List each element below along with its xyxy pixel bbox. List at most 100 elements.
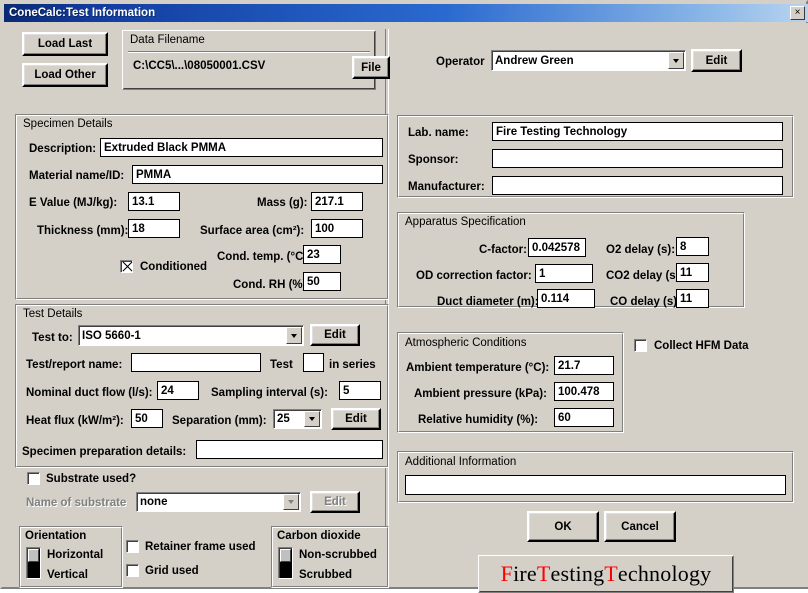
operator-edit-button[interactable]: Edit xyxy=(691,49,742,72)
sponsor-label: Sponsor: xyxy=(408,154,458,166)
logo-t2: T xyxy=(604,561,618,587)
prep-details-input[interactable] xyxy=(196,440,383,459)
close-icon[interactable]: × xyxy=(790,6,805,20)
orientation-option-horizontal[interactable]: Horizontal xyxy=(47,549,103,561)
load-last-button[interactable]: Load Last xyxy=(22,32,108,56)
c-factor-label: C-factor: xyxy=(479,244,527,256)
manufacturer-input[interactable] xyxy=(492,176,783,195)
thickness-input[interactable]: 18 xyxy=(128,219,180,238)
sampling-interval-input[interactable]: 5 xyxy=(339,381,381,400)
substrate-name-select[interactable]: none xyxy=(136,492,301,512)
retainer-frame-checkbox[interactable] xyxy=(126,540,139,553)
dialog-client-area: Load Last Load Other Data Filename C:\CC… xyxy=(4,23,808,587)
substrate-used-checkbox[interactable] xyxy=(27,472,40,485)
operator-select[interactable]: Andrew Green xyxy=(491,50,686,71)
company-logo-text: Fire Testing Technology xyxy=(479,556,733,592)
material-name-label: Material name/ID: xyxy=(29,170,124,182)
orientation-switch-thumb[interactable] xyxy=(28,549,39,562)
cond-rh-input[interactable]: 50 xyxy=(303,272,341,291)
apparatus-label: Apparatus Specification xyxy=(405,216,526,228)
test-to-label: Test to: xyxy=(32,332,73,344)
chevron-down-icon[interactable] xyxy=(304,411,320,427)
data-filename-rule xyxy=(128,51,370,53)
o2-delay-label: O2 delay (s): xyxy=(606,244,675,256)
carbon-dioxide-option-non-scrubbed[interactable]: Non-scrubbed xyxy=(299,549,377,561)
prep-details-label: Specimen preparation details: xyxy=(22,446,186,458)
co2-delay-label: CO2 delay (s): xyxy=(606,270,683,282)
separation-label: Separation (mm): xyxy=(172,415,267,427)
dialog-window: ConeCalc:Test Information × Load Last Lo… xyxy=(0,0,808,589)
cond-temp-label: Cond. temp. (°C): xyxy=(217,251,311,263)
company-logo: Fire Testing Technology xyxy=(478,555,734,593)
test-to-value: ISO 5660-1 xyxy=(79,330,286,342)
data-filename-path: C:\CC5\...\08050001.CSV xyxy=(133,60,265,72)
description-label: Description: xyxy=(29,143,96,155)
ambient-temperature-input[interactable]: 21.7 xyxy=(554,356,614,375)
load-other-button[interactable]: Load Other xyxy=(22,63,108,87)
carbon-dioxide-option-scrubbed[interactable]: Scrubbed xyxy=(299,569,352,581)
separation-select[interactable]: 25 xyxy=(273,409,322,429)
duct-diameter-label: Duct diameter (m): xyxy=(437,296,539,308)
orientation-switch[interactable] xyxy=(26,547,41,579)
logo-echnology: echnology xyxy=(618,561,711,587)
ambient-pressure-input[interactable]: 100.478 xyxy=(554,382,614,401)
substrate-edit-button: Edit xyxy=(310,491,360,513)
logo-f: F xyxy=(501,561,513,587)
cond-rh-label: Cond. RH (%): xyxy=(233,279,310,291)
test-number-input[interactable] xyxy=(303,353,324,372)
relative-humidity-input[interactable]: 60 xyxy=(554,408,614,427)
carbon-dioxide-switch[interactable] xyxy=(278,547,293,579)
chevron-down-icon[interactable] xyxy=(668,52,684,69)
separation-edit-button[interactable]: Edit xyxy=(331,408,381,430)
duct-diameter-input[interactable]: 0.114 xyxy=(537,289,595,308)
material-name-input[interactable]: PMMA xyxy=(132,165,383,184)
duct-flow-input[interactable]: 24 xyxy=(157,381,199,400)
ok-button[interactable]: OK xyxy=(527,511,599,542)
test-details-label: Test Details xyxy=(23,308,82,320)
file-browse-button[interactable]: File xyxy=(352,56,390,79)
co-delay-input[interactable]: 11 xyxy=(676,289,709,308)
substrate-used-label: Substrate used? xyxy=(46,473,136,485)
carbon-dioxide-switch-thumb[interactable] xyxy=(280,549,291,562)
window-title: ConeCalc:Test Information xyxy=(4,7,155,19)
test-number-prefix-label: Test xyxy=(270,359,293,371)
title-bar: ConeCalc:Test Information × xyxy=(4,4,808,22)
report-name-input[interactable] xyxy=(131,353,261,372)
atmospheric-label: Atmospheric Conditions xyxy=(405,337,526,349)
chevron-down-icon[interactable] xyxy=(283,494,299,510)
e-value-input[interactable]: 13.1 xyxy=(128,192,180,211)
cancel-button[interactable]: Cancel xyxy=(604,511,676,542)
c-factor-input[interactable]: 0.042578 xyxy=(528,238,586,257)
retainer-frame-label: Retainer frame used xyxy=(145,541,256,553)
conditioned-checkbox[interactable] xyxy=(120,260,133,273)
surface-area-input[interactable]: 100 xyxy=(311,219,363,238)
sampling-interval-label: Sampling interval (s): xyxy=(211,387,328,399)
chevron-down-icon[interactable] xyxy=(286,327,302,344)
additional-information-input[interactable] xyxy=(405,475,786,495)
lab-name-label: Lab. name: xyxy=(408,127,469,139)
separation-value: 25 xyxy=(274,413,304,425)
od-correction-input[interactable]: 1 xyxy=(535,264,593,283)
collect-hfm-data-label: Collect HFM Data xyxy=(654,340,749,352)
substrate-name-label: Name of substrate xyxy=(26,497,126,509)
collect-hfm-data-checkbox[interactable] xyxy=(634,339,647,352)
lab-name-input[interactable]: Fire Testing Technology xyxy=(492,122,783,141)
operator-value: Andrew Green xyxy=(492,55,668,67)
additional-information-label: Additional Information xyxy=(405,456,516,468)
mass-input[interactable]: 217.1 xyxy=(311,192,363,211)
o2-delay-input[interactable]: 8 xyxy=(676,237,709,256)
orientation-label: Orientation xyxy=(25,530,86,542)
operator-label: Operator xyxy=(436,56,485,68)
sponsor-input[interactable] xyxy=(492,149,783,168)
logo-t1: T xyxy=(537,561,551,587)
orientation-option-vertical[interactable]: Vertical xyxy=(47,569,88,581)
ambient-temperature-label: Ambient temperature (°C): xyxy=(406,362,549,374)
cond-temp-input[interactable]: 23 xyxy=(303,245,341,264)
logo-ire: ire xyxy=(513,561,537,587)
test-to-select[interactable]: ISO 5660-1 xyxy=(78,325,304,346)
description-input[interactable]: Extruded Black PMMA xyxy=(100,138,383,157)
heat-flux-input[interactable]: 50 xyxy=(131,409,163,428)
grid-used-checkbox[interactable] xyxy=(126,564,139,577)
co2-delay-input[interactable]: 11 xyxy=(676,263,709,282)
test-to-edit-button[interactable]: Edit xyxy=(310,324,360,346)
